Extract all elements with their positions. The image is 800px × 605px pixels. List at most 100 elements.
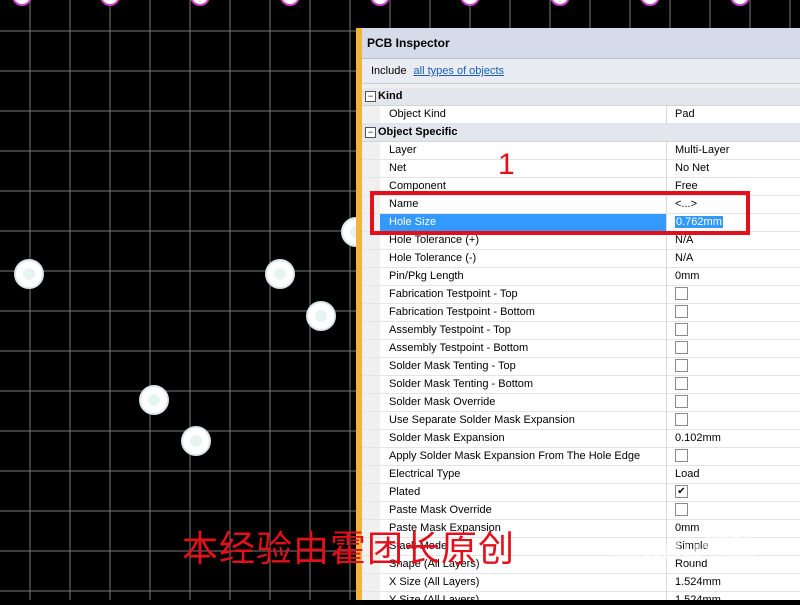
row-gutter [362,304,380,321]
property-value[interactable]: N/A [668,232,800,249]
property-checkbox[interactable] [668,448,800,465]
row-gutter [362,322,380,339]
pad[interactable] [190,0,210,6]
checkbox-unchecked-icon[interactable] [675,340,688,354]
pad[interactable] [730,0,750,6]
property-row[interactable]: Hole Tolerance (+) N/A [362,232,800,250]
checkbox-unchecked-icon[interactable] [675,394,688,408]
property-value[interactable]: 0.102mm [668,430,800,447]
property-name: Fabrication Testpoint - Top [380,286,667,303]
property-value[interactable]: N/A [668,250,800,267]
property-value[interactable]: 0mm [668,268,800,285]
property-row[interactable]: Pin/Pkg Length 0mm [362,268,800,286]
property-row[interactable]: Solder Mask Tenting - Bottom [362,376,800,394]
property-row[interactable]: Solder Mask Override [362,394,800,412]
property-row[interactable]: Object Kind Pad [362,106,800,124]
category-header[interactable]: − Object Specific [362,124,800,142]
property-value[interactable]: Free [668,178,800,195]
checkbox-unchecked-icon[interactable] [675,448,688,462]
category-header[interactable]: − Kind [362,88,800,106]
property-value-text: No Net [675,162,710,174]
property-row[interactable]: X Size (All Layers) 1.524mm [362,574,800,592]
pad-hole [148,394,160,406]
row-gutter [362,592,380,600]
checkbox-unchecked-icon[interactable] [675,286,688,300]
property-checkbox[interactable] [668,340,800,357]
property-name: Hole Size [380,214,667,231]
checkbox-unchecked-icon[interactable] [675,502,688,516]
property-row[interactable]: Fabrication Testpoint - Bottom [362,304,800,322]
panel-title: PCB Inspector [362,28,800,59]
checkbox-unchecked-icon[interactable] [675,376,688,390]
property-value[interactable]: Multi-Layer [668,142,800,159]
property-checkbox[interactable] [668,286,800,303]
property-value-input[interactable]: 0.762mm [668,214,800,231]
property-row[interactable]: Apply Solder Mask Expansion From The Hol… [362,448,800,466]
property-value[interactable]: No Net [668,160,800,177]
include-filter-bar: Include all types of objects [362,59,800,84]
property-row[interactable]: Assembly Testpoint - Top [362,322,800,340]
checkbox-unchecked-icon[interactable] [675,358,688,372]
pad-hole [274,268,286,280]
pad-hole [315,310,327,322]
row-gutter [362,430,380,447]
property-name: Name [380,196,667,213]
property-name: Hole Tolerance (+) [380,232,667,249]
property-row[interactable]: Layer Multi-Layer [362,142,800,160]
property-row[interactable]: Hole Size 0.762mm [362,214,800,232]
include-types-link[interactable]: all types of objects [414,65,505,77]
pad[interactable] [280,0,300,6]
property-checkbox[interactable] [668,502,800,519]
property-row[interactable]: Net No Net [362,160,800,178]
property-checkbox[interactable] [668,358,800,375]
property-row[interactable]: Component Free [362,178,800,196]
property-row[interactable]: Assembly Testpoint - Bottom [362,340,800,358]
property-checkbox[interactable] [668,322,800,339]
property-value[interactable]: <...> [668,196,800,213]
pad[interactable] [100,0,120,6]
checkbox-unchecked-icon[interactable] [675,412,688,426]
property-checkbox[interactable] [668,376,800,393]
property-row[interactable]: Hole Tolerance (-) N/A [362,250,800,268]
row-gutter [362,394,380,411]
annotation-number: 1 [498,148,515,181]
property-checkbox[interactable] [668,394,800,411]
property-row[interactable]: Use Separate Solder Mask Expansion [362,412,800,430]
property-value-text: Free [675,180,698,192]
property-name: Component [380,178,667,195]
property-name: Net [380,160,667,177]
category-label: Kind [378,90,403,102]
property-checkbox[interactable] [668,304,800,321]
row-gutter [362,268,380,285]
property-value-text: 0.102mm [675,432,721,444]
property-value[interactable]: 1.524mm [668,574,800,591]
property-row[interactable]: Electrical Type Load [362,466,800,484]
row-gutter [362,160,380,177]
property-row[interactable]: Paste Mask Override [362,502,800,520]
pad[interactable] [460,0,480,6]
property-row[interactable]: Solder Mask Tenting - Top [362,358,800,376]
property-name: Hole Tolerance (-) [380,250,667,267]
pad[interactable] [550,0,570,6]
property-row[interactable]: Y Size (All Layers) 1.524mm [362,592,800,600]
pad[interactable] [640,0,660,6]
collapse-toggle-icon[interactable]: − [365,127,376,138]
checkbox-unchecked-icon[interactable] [675,304,688,318]
property-name: Assembly Testpoint - Top [380,322,667,339]
pad[interactable] [12,0,32,6]
property-value[interactable]: 1.524mm [668,592,800,600]
property-value-text: <...> [675,198,698,210]
property-checkbox[interactable]: ✔ [668,484,800,501]
property-checkbox[interactable] [668,412,800,429]
property-row[interactable]: Name <...> [362,196,800,214]
checkbox-unchecked-icon[interactable] [675,322,688,336]
row-gutter [362,376,380,393]
property-row[interactable]: Solder Mask Expansion 0.102mm [362,430,800,448]
checkbox-checked-icon[interactable]: ✔ [675,484,688,498]
property-value[interactable]: Load [668,466,800,483]
property-row[interactable]: Plated ✔ [362,484,800,502]
collapse-toggle-icon[interactable]: − [365,91,376,102]
property-value[interactable]: Pad [668,106,800,123]
pad[interactable] [370,0,390,6]
property-row[interactable]: Fabrication Testpoint - Top [362,286,800,304]
